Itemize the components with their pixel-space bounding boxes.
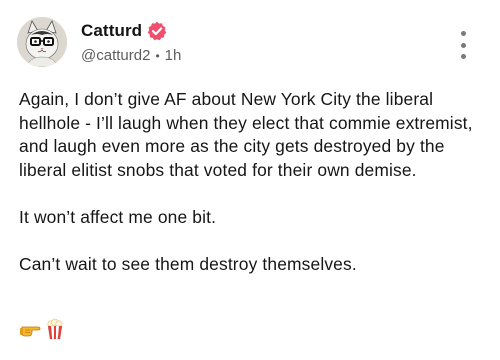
post-body: Again, I don’t give AF about New York Ci… <box>19 88 485 300</box>
post-card: Catturd @catturd2 • 1h Again, I don’t gi… <box>0 0 500 360</box>
name-row: Catturd <box>81 20 181 42</box>
cat-avatar-icon <box>17 17 67 67</box>
author-identity: Catturd @catturd2 • 1h <box>81 20 181 64</box>
more-dot <box>460 54 466 59</box>
separator-dot: • <box>155 48 160 63</box>
handle[interactable]: @catturd2 <box>81 47 150 64</box>
more-dot <box>460 31 466 36</box>
post-paragraph: Can’t wait to see them destroy themselve… <box>19 253 357 274</box>
avatar[interactable] <box>17 17 67 67</box>
timestamp[interactable]: 1h <box>165 47 182 64</box>
emoji-row <box>19 318 69 340</box>
more-dot <box>460 42 466 48</box>
verified-badge-icon <box>147 21 167 41</box>
display-name[interactable]: Catturd <box>81 21 142 41</box>
pointing-hand-icon <box>19 318 41 340</box>
popcorn-icon <box>44 318 66 340</box>
more-options-icon[interactable] <box>456 31 470 59</box>
post-paragraph: Again, I don’t give AF about New York Ci… <box>19 89 473 180</box>
post-header: Catturd @catturd2 • 1h <box>17 17 181 67</box>
post-paragraph: It won’t affect me one bit. <box>19 206 217 227</box>
meta-row: @catturd2 • 1h <box>81 47 181 64</box>
